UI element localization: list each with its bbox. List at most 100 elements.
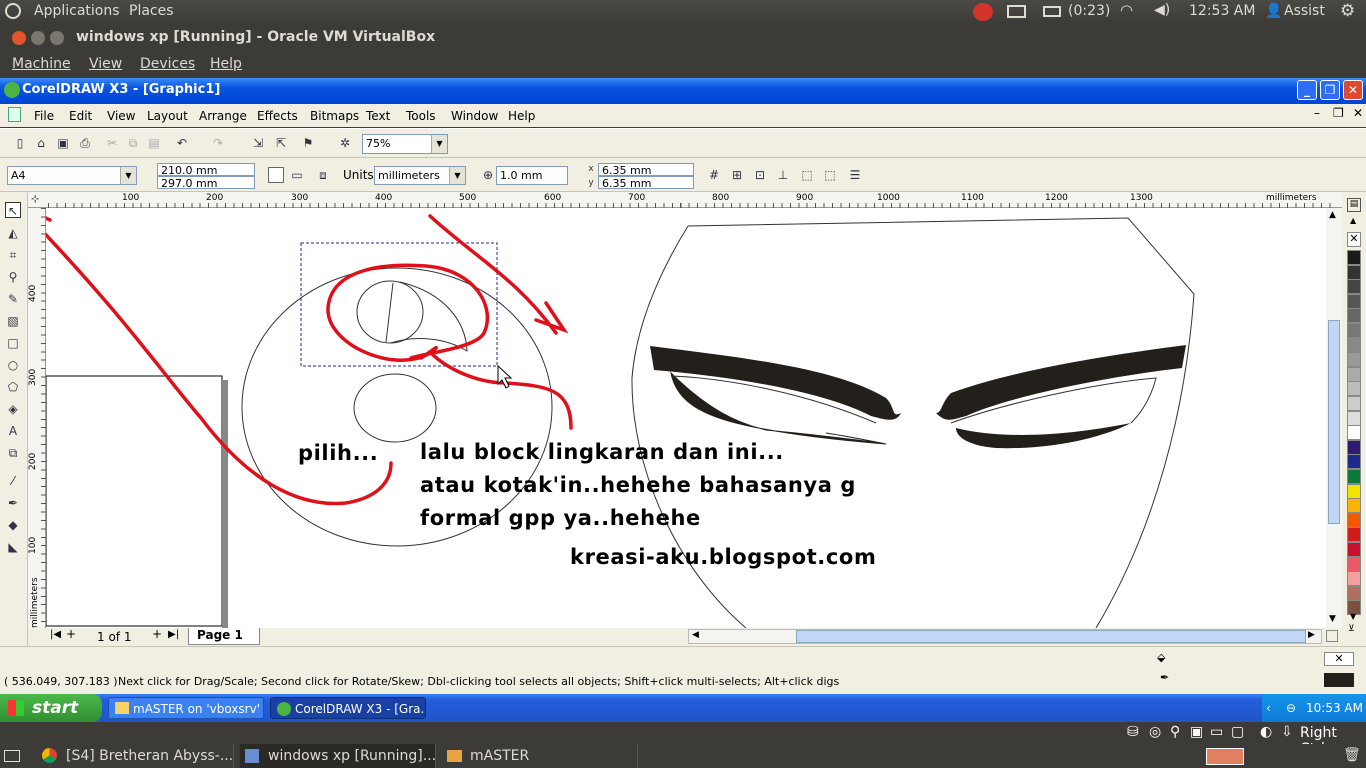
mouse-integration-icon[interactable]: ◐: [1260, 724, 1272, 740]
menu-window[interactable]: Window: [451, 109, 498, 123]
close-icon[interactable]: [12, 31, 26, 45]
page-layout-icon[interactable]: ⧈: [315, 167, 331, 183]
stop-icon[interactable]: [973, 3, 993, 21]
save-icon[interactable]: ▣: [55, 135, 71, 151]
vertical-ruler[interactable]: 400 300 200 100 millimeters: [28, 208, 46, 628]
rectangle-tool-icon[interactable]: □: [5, 335, 21, 351]
color-swatch[interactable]: [1347, 410, 1361, 426]
export-icon[interactable]: ⇱: [273, 135, 289, 151]
places-menu[interactable]: Places: [129, 3, 174, 19]
snap-objects-icon[interactable]: ⊡: [752, 167, 768, 183]
applications-menu[interactable]: Applications: [34, 3, 120, 19]
crop-tool-icon[interactable]: ⌗: [5, 247, 21, 263]
minimize-icon[interactable]: [31, 31, 45, 45]
menu-arrange[interactable]: Arrange: [199, 109, 247, 123]
portrait-icon[interactable]: [268, 167, 284, 183]
paper-select[interactable]: A4 ▼: [7, 166, 137, 185]
menu-text[interactable]: Text: [366, 109, 390, 123]
color-swatch[interactable]: [1347, 585, 1361, 601]
dup-x-field[interactable]: 6.35 mm: [598, 163, 694, 177]
user-name[interactable]: Assist: [1284, 3, 1325, 19]
nudge-field[interactable]: 1.0 mm: [496, 166, 568, 185]
doc-close-icon[interactable]: ✕: [1353, 106, 1363, 120]
clock[interactable]: 12:53 AM: [1189, 3, 1255, 19]
taskbar-folder[interactable]: mASTER: [442, 744, 638, 768]
page-tab[interactable]: Page 1: [188, 628, 260, 645]
shared-folder-icon[interactable]: ▭: [1210, 724, 1223, 740]
dynamic-guides-icon[interactable]: ⊥: [775, 167, 791, 183]
keyboard-capture-icon[interactable]: ⇩: [1281, 724, 1293, 740]
units-select[interactable]: millimeters ▼: [374, 166, 466, 185]
ellipse-tool-icon[interactable]: ○: [5, 357, 21, 373]
menu-view[interactable]: View: [89, 56, 122, 72]
open-icon[interactable]: ⌂: [33, 135, 49, 151]
dup-y-field[interactable]: 6.35 mm: [598, 176, 694, 190]
scroll-thumb[interactable]: [1328, 320, 1340, 524]
color-swatch[interactable]: [1347, 337, 1361, 353]
color-swatch[interactable]: [1347, 425, 1361, 441]
chevron-down-icon[interactable]: ▼: [120, 167, 136, 184]
no-fill-swatch[interactable]: ✕: [1324, 652, 1354, 666]
text-tool-icon[interactable]: A: [5, 423, 21, 439]
last-page-icon[interactable]: ▶|: [168, 629, 179, 640]
menu-machine[interactable]: Machine: [12, 56, 71, 72]
color-swatch[interactable]: [1347, 293, 1361, 309]
menu-bitmaps[interactable]: Bitmaps: [310, 109, 359, 123]
menu-tools[interactable]: Tools: [406, 109, 436, 123]
color-swatch[interactable]: [1347, 366, 1361, 382]
menu-view[interactable]: View: [107, 109, 135, 123]
drawing-canvas[interactable]: pilih... lalu block lingkaran dan ini...…: [46, 208, 1326, 628]
welcome-icon[interactable]: ✲: [337, 135, 353, 151]
cd-icon[interactable]: ◎: [1149, 724, 1161, 740]
chevron-down-icon[interactable]: ▼: [449, 167, 465, 184]
color-swatch[interactable]: [1347, 527, 1361, 543]
scroll-right-icon[interactable]: ▶: [1308, 630, 1315, 640]
task-coreldraw[interactable]: CorelDRAW X3 - [Gra...: [270, 697, 426, 719]
menu-edit[interactable]: Edit: [69, 109, 92, 123]
no-color-swatch[interactable]: ✕: [1347, 232, 1361, 247]
color-swatch[interactable]: [1347, 323, 1361, 338]
workspace-switcher-icon[interactable]: [1206, 748, 1244, 765]
zoom-tool-icon[interactable]: ⚲: [5, 269, 21, 285]
snap-grid-icon[interactable]: #: [706, 167, 722, 183]
ruler-origin-icon[interactable]: ⊹: [31, 194, 39, 205]
color-swatch[interactable]: [1347, 512, 1361, 528]
shape-tool-icon[interactable]: ◭: [5, 225, 21, 241]
show-desktop-icon[interactable]: [4, 750, 20, 762]
edit-across-layers-icon[interactable]: ⬚: [822, 167, 838, 183]
color-swatch[interactable]: [1347, 571, 1361, 587]
menu-effects[interactable]: Effects: [257, 109, 298, 123]
landscape-icon[interactable]: ▭: [289, 167, 305, 183]
menu-devices[interactable]: Devices: [140, 56, 195, 72]
color-swatch[interactable]: [1347, 556, 1361, 572]
ubuntu-logo-icon[interactable]: [5, 3, 21, 19]
user-icon[interactable]: 👤: [1265, 3, 1282, 19]
palette-flyout-icon[interactable]: ▤: [1347, 198, 1361, 212]
copy-icon[interactable]: ⧉: [125, 135, 141, 151]
basic-shapes-icon[interactable]: ◈: [5, 401, 21, 417]
usb-icon[interactable]: ⚲: [1170, 724, 1180, 740]
doc-minimize-icon[interactable]: –: [1314, 106, 1320, 120]
zoom-select[interactable]: 75% ▼: [362, 134, 448, 154]
import-icon[interactable]: ⇲: [250, 135, 266, 151]
undo-icon[interactable]: ↶: [174, 135, 190, 151]
close-icon[interactable]: ✕: [1343, 80, 1363, 100]
minimize-icon[interactable]: _: [1297, 80, 1317, 100]
cut-icon[interactable]: ✂: [104, 135, 120, 151]
scroll-up-icon[interactable]: ▲: [1350, 216, 1356, 225]
interactive-blend-icon[interactable]: ⧉: [5, 445, 21, 461]
chevron-down-icon[interactable]: ▼: [431, 135, 447, 153]
color-swatch[interactable]: [1347, 279, 1361, 295]
doc-restore-icon[interactable]: ❐: [1333, 106, 1344, 120]
scroll-down-icon[interactable]: ▼: [1329, 614, 1336, 624]
color-swatch[interactable]: [1347, 454, 1361, 470]
first-page-icon[interactable]: |◀: [50, 629, 61, 640]
pick-tool-icon[interactable]: ↖: [5, 202, 21, 218]
menu-help[interactable]: Help: [210, 56, 242, 72]
redo-icon[interactable]: ↷: [210, 135, 226, 151]
battery-icon[interactable]: [1043, 6, 1061, 17]
outline-tool-icon[interactable]: ✒: [5, 495, 21, 511]
color-swatch[interactable]: [1347, 264, 1361, 280]
color-swatch[interactable]: [1347, 498, 1361, 514]
new-icon[interactable]: ▯: [12, 135, 28, 151]
